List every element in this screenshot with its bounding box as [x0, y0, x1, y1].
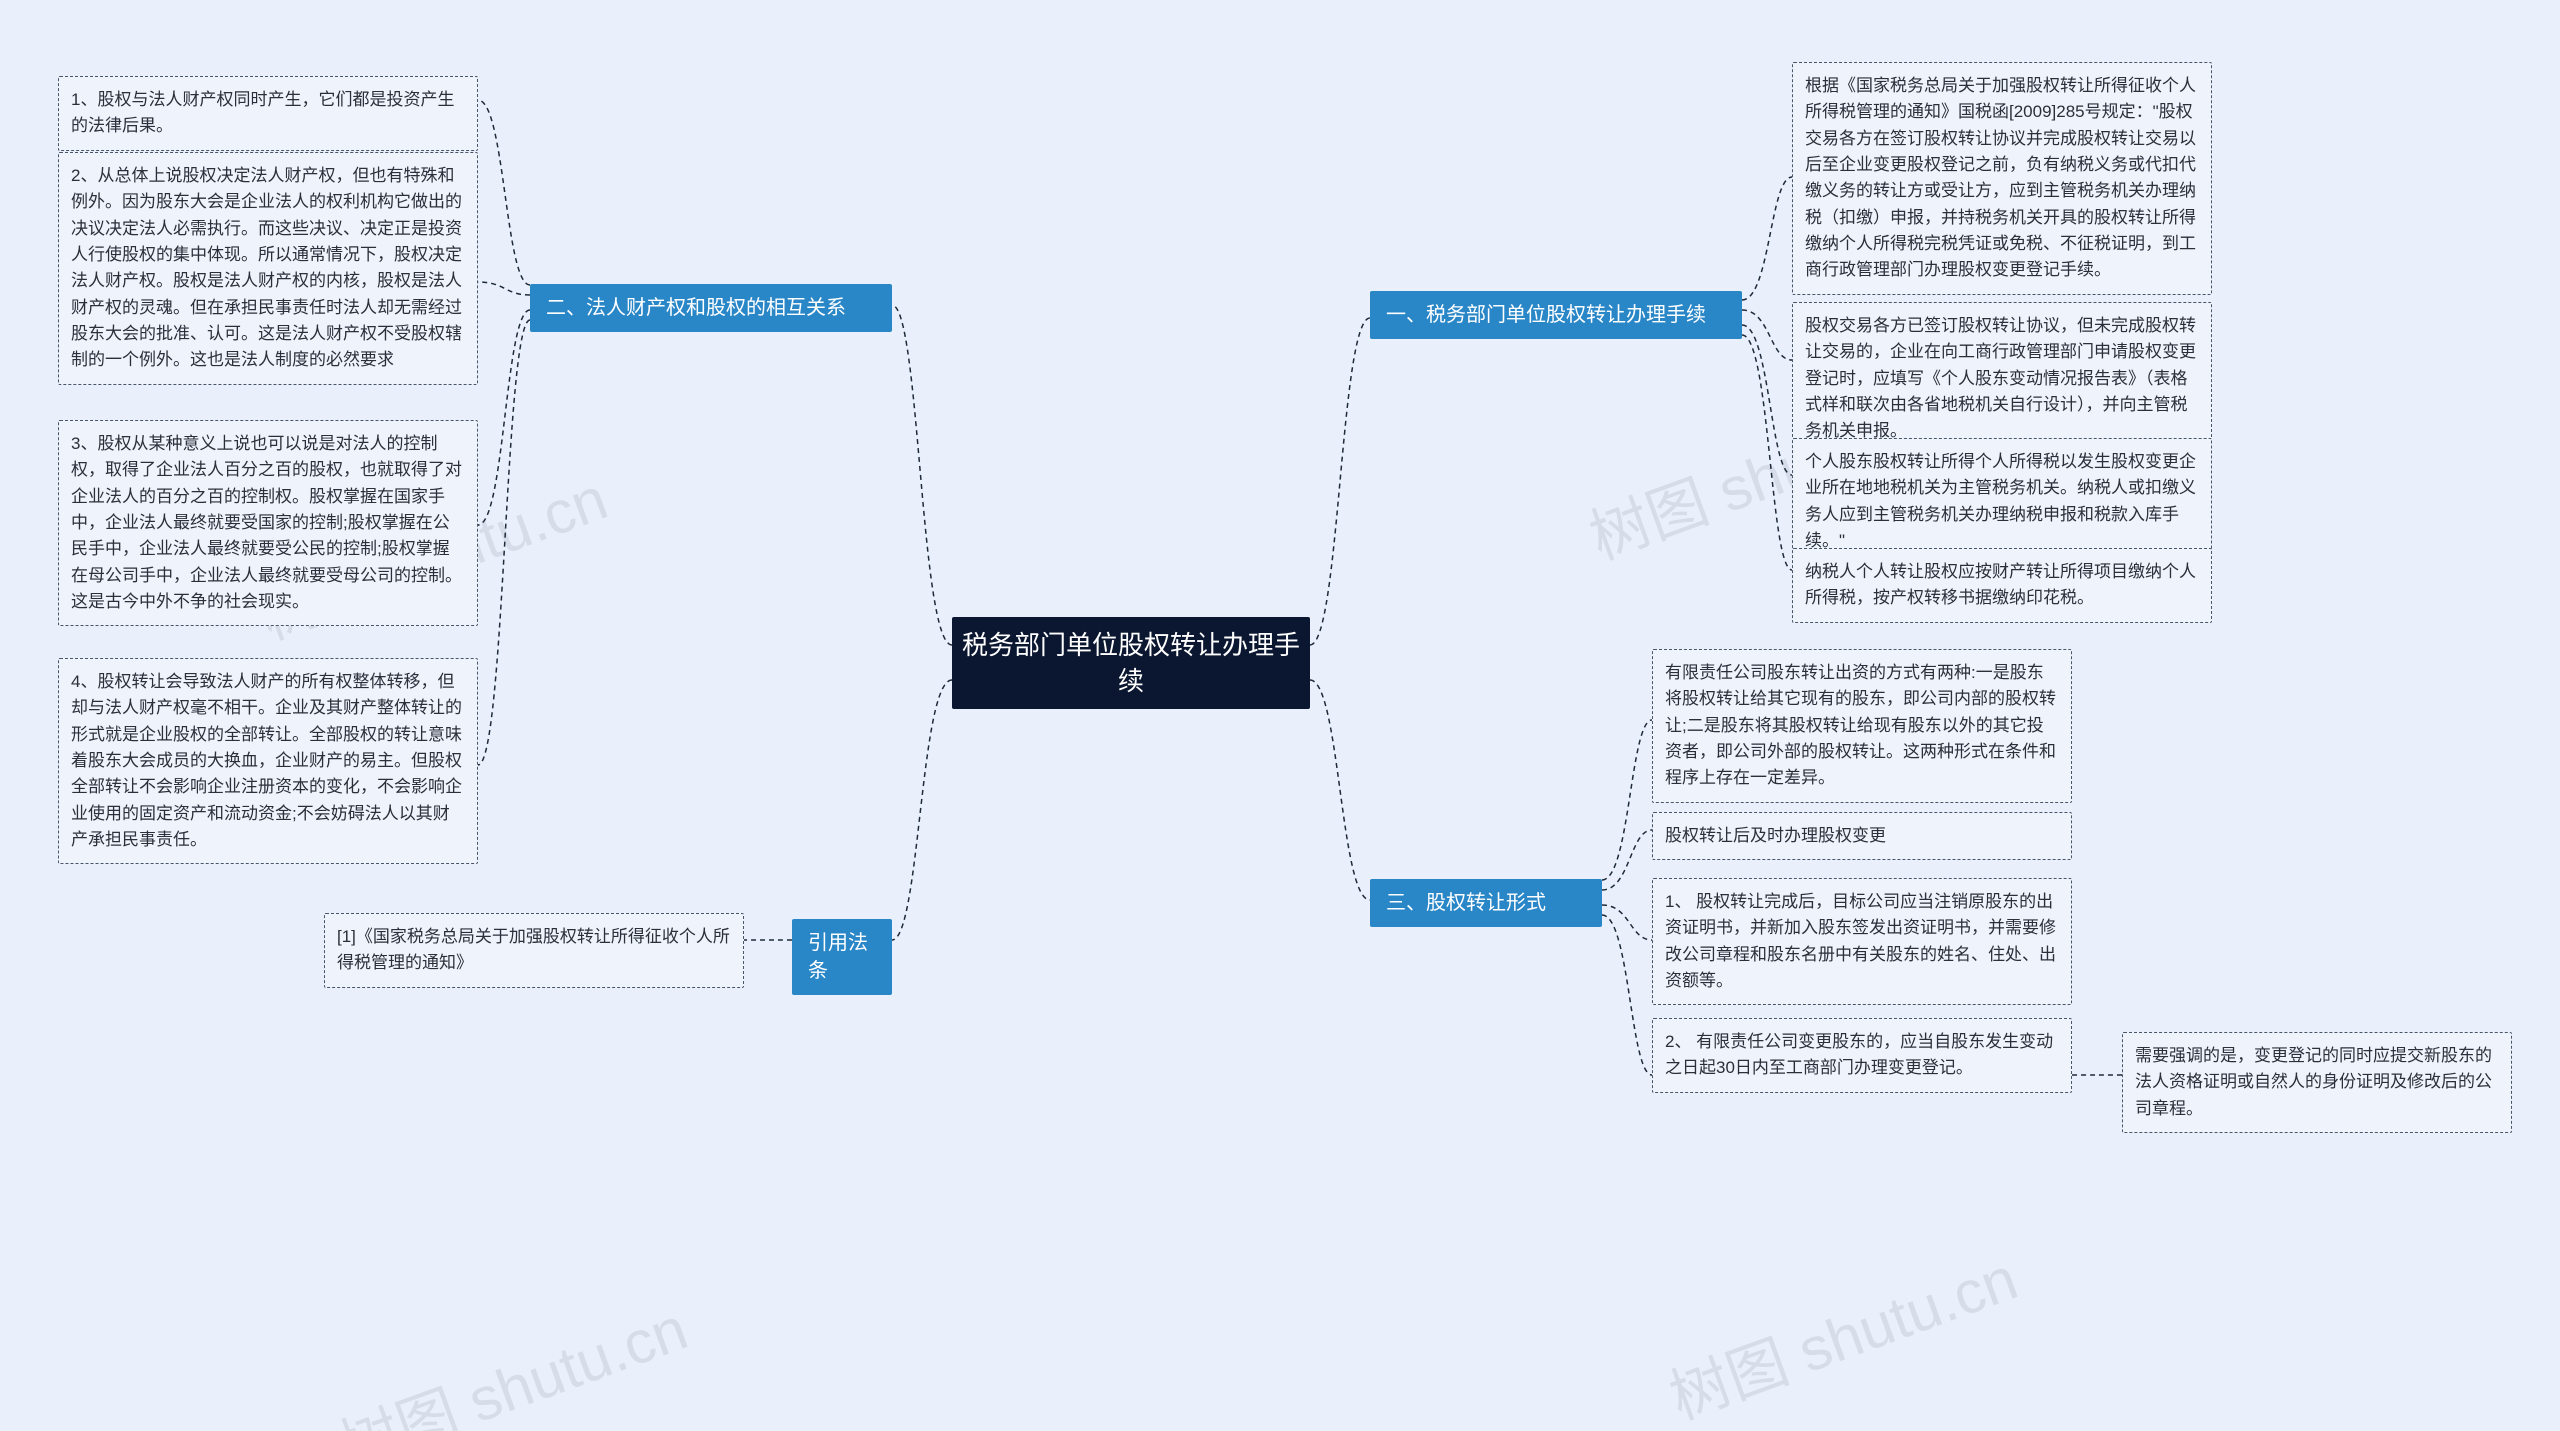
leaf-text: 3、股权从某种意义上说也可以说是对法人的控制权，取得了企业法人百分之百的股权，也…	[71, 434, 462, 611]
branch-label: 引用法条	[808, 929, 876, 985]
root-node[interactable]: 税务部门单位股权转让办理手续	[952, 617, 1310, 709]
leaf-b1-3[interactable]: 个人股东股权转让所得个人所得税以发生股权变更企业所在地地税机关为主管税务机关。纳…	[1792, 438, 2212, 565]
leaf-b1-1[interactable]: 根据《国家税务总局关于加强股权转让所得征收个人所得税管理的通知》国税函[2009…	[1792, 62, 2212, 295]
leaf-b3-4a[interactable]: 需要强调的是，变更登记的同时应提交新股东的法人资格证明或自然人的身份证明及修改后…	[2122, 1032, 2512, 1133]
leaf-text: 股权交易各方已签订股权转让协议，但未完成股权转让交易的，企业在向工商行政管理部门…	[1805, 316, 2196, 440]
branch-label: 二、法人财产权和股权的相互关系	[546, 294, 846, 322]
leaf-b3-2[interactable]: 股权转让后及时办理股权变更	[1652, 812, 2072, 860]
branch-label: 三、股权转让形式	[1386, 889, 1546, 917]
leaf-b2-1[interactable]: 1、股权与法人财产权同时产生，它们都是投资产生的法律后果。	[58, 76, 478, 151]
watermark: 树图 shutu.cn	[326, 1280, 697, 1431]
leaf-text: 1、股权与法人财产权同时产生，它们都是投资产生的法律后果。	[71, 90, 454, 135]
leaf-b3-4[interactable]: 2、 有限责任公司变更股东的，应当自股东发生变动之日起30日内至工商部门办理变更…	[1652, 1018, 2072, 1093]
leaf-text: 股权转让后及时办理股权变更	[1665, 826, 1886, 845]
leaf-text: 2、从总体上说股权决定法人财产权，但也有特殊和例外。因为股东大会是企业法人的权利…	[71, 166, 462, 369]
leaf-text: 4、股权转让会导致法人财产的所有权整体转移，但却与法人财产权毫不相干。企业及其财…	[71, 672, 462, 849]
leaf-b3-3[interactable]: 1、 股权转让完成后，目标公司应当注销原股东的出资证明书，并新加入股东签发出资证…	[1652, 878, 2072, 1005]
leaf-text: 有限责任公司股东转让出资的方式有两种:一是股东将股权转让给其它现有的股东，即公司…	[1665, 663, 2056, 787]
branch-label: 一、税务部门单位股权转让办理手续	[1386, 301, 1706, 329]
leaf-text: [1]《国家税务总局关于加强股权转让所得征收个人所得税管理的通知》	[337, 927, 730, 972]
leaf-b3-1[interactable]: 有限责任公司股东转让出资的方式有两种:一是股东将股权转让给其它现有的股东，即公司…	[1652, 649, 2072, 803]
leaf-text: 2、 有限责任公司变更股东的，应当自股东发生变动之日起30日内至工商部门办理变更…	[1665, 1032, 2053, 1077]
leaf-b2-3[interactable]: 3、股权从某种意义上说也可以说是对法人的控制权，取得了企业法人百分之百的股权，也…	[58, 420, 478, 626]
leaf-b1-2[interactable]: 股权交易各方已签订股权转让协议，但未完成股权转让交易的，企业在向工商行政管理部门…	[1792, 302, 2212, 456]
leaf-text: 根据《国家税务总局关于加强股权转让所得征收个人所得税管理的通知》国税函[2009…	[1805, 76, 2196, 279]
leaf-b2-4[interactable]: 4、股权转让会导致法人财产的所有权整体转移，但却与法人财产权毫不相干。企业及其财…	[58, 658, 478, 864]
leaf-b1-4[interactable]: 纳税人个人转让股权应按财产转让所得项目缴纳个人所得税，按产权转移书据缴纳印花税。	[1792, 548, 2212, 623]
root-label: 税务部门单位股权转让办理手续	[952, 627, 1310, 700]
watermark: 树图 shutu.cn	[1656, 1230, 2027, 1431]
leaf-text: 个人股东股权转让所得个人所得税以发生股权变更企业所在地地税机关为主管税务机关。纳…	[1805, 452, 2196, 550]
branch-section-2[interactable]: 二、法人财产权和股权的相互关系	[530, 284, 892, 332]
leaf-text: 1、 股权转让完成后，目标公司应当注销原股东的出资证明书，并新加入股东签发出资证…	[1665, 892, 2056, 990]
mindmap-canvas: 树图 shutu.cn 树图 shutu.cn 树图 shutu.cn 树图 s…	[0, 0, 2560, 1431]
leaf-b4-1[interactable]: [1]《国家税务总局关于加强股权转让所得征收个人所得税管理的通知》	[324, 913, 744, 988]
leaf-text: 需要强调的是，变更登记的同时应提交新股东的法人资格证明或自然人的身份证明及修改后…	[2135, 1046, 2492, 1118]
branch-section-3[interactable]: 三、股权转让形式	[1370, 879, 1602, 927]
leaf-b2-2[interactable]: 2、从总体上说股权决定法人财产权，但也有特殊和例外。因为股东大会是企业法人的权利…	[58, 152, 478, 385]
leaf-text: 纳税人个人转让股权应按财产转让所得项目缴纳个人所得税，按产权转移书据缴纳印花税。	[1805, 562, 2196, 607]
branch-cited-laws[interactable]: 引用法条	[792, 919, 892, 995]
branch-section-1[interactable]: 一、税务部门单位股权转让办理手续	[1370, 291, 1742, 339]
